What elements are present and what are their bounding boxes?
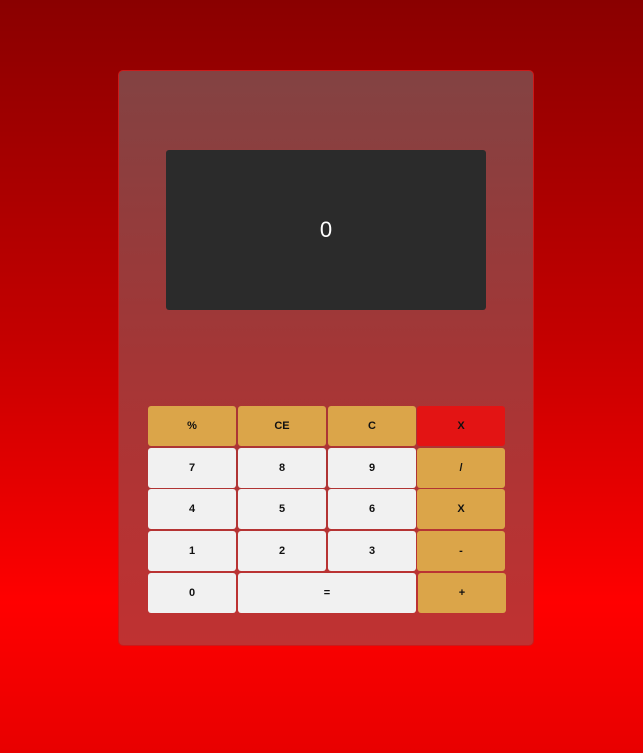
display-value: 0 [319, 217, 333, 242]
digit-2-button[interactable]: 2 [238, 531, 326, 571]
calculator: 0 % CE C X 7 8 9 / 4 5 6 X 1 2 3 - 0 = + [118, 70, 534, 646]
subtract-button[interactable]: - [417, 531, 505, 571]
digit-7-button[interactable]: 7 [148, 448, 236, 488]
digit-6-button[interactable]: 6 [328, 489, 416, 529]
clear-button[interactable]: C [328, 406, 416, 446]
digit-0-button[interactable]: 0 [148, 573, 236, 613]
digit-1-button[interactable]: 1 [148, 531, 236, 571]
percent-button[interactable]: % [148, 406, 236, 446]
digit-5-button[interactable]: 5 [238, 489, 326, 529]
digit-9-button[interactable]: 9 [328, 448, 416, 488]
digit-3-button[interactable]: 3 [328, 531, 416, 571]
divide-button[interactable]: / [417, 448, 505, 488]
calculator-display: 0 [166, 150, 486, 310]
add-button[interactable]: + [418, 573, 506, 613]
multiply-button[interactable]: X [417, 489, 505, 529]
keypad: % CE C X 7 8 9 / 4 5 6 X 1 2 3 - 0 = + [148, 406, 506, 614]
equals-button[interactable]: = [238, 573, 416, 613]
clear-entry-button[interactable]: CE [238, 406, 326, 446]
digit-4-button[interactable]: 4 [148, 489, 236, 529]
digit-8-button[interactable]: 8 [238, 448, 326, 488]
delete-button[interactable]: X [417, 406, 505, 446]
